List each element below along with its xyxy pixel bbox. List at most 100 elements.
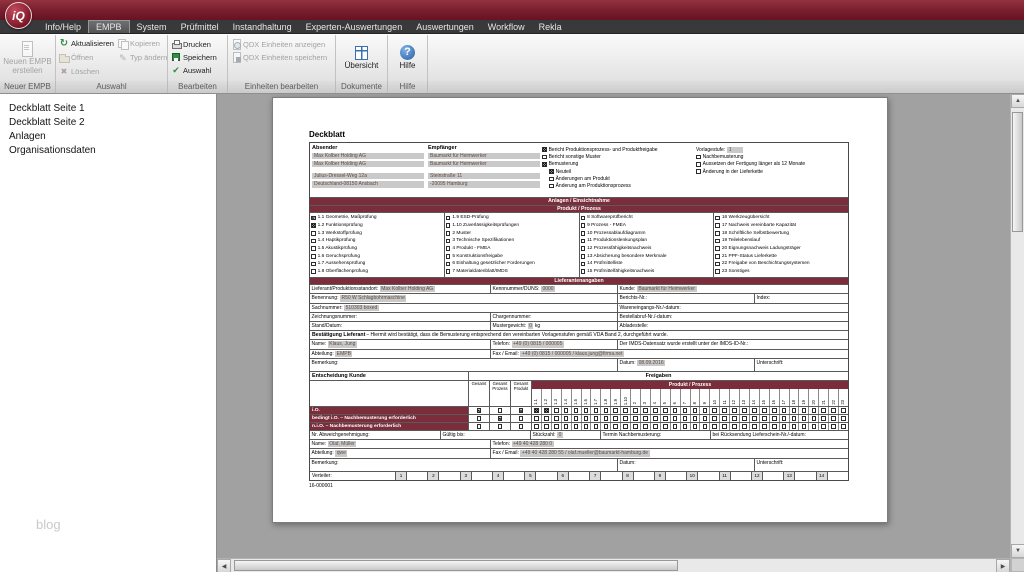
checkbox[interactable] [446, 223, 451, 228]
checkbox[interactable] [821, 424, 826, 429]
öffnen-button[interactable]: Öffnen [58, 51, 115, 64]
checkbox[interactable] [696, 162, 701, 167]
checkbox[interactable] [703, 416, 708, 421]
checkbox[interactable] [812, 408, 817, 413]
verteiler-cell[interactable] [665, 472, 686, 480]
checkbox[interactable] [703, 408, 708, 413]
checkbox[interactable] [802, 416, 807, 421]
checkbox[interactable] [623, 408, 628, 413]
verteiler-cell[interactable] [438, 472, 459, 480]
menu-item-prüfmittel[interactable]: Prüfmittel [174, 20, 226, 33]
checkbox[interactable] [623, 424, 628, 429]
checkbox[interactable] [663, 424, 668, 429]
vertical-scroll-thumb[interactable] [1012, 112, 1023, 232]
checkbox[interactable] [722, 416, 727, 421]
checkbox[interactable] [446, 246, 451, 251]
checkbox[interactable] [653, 424, 658, 429]
checkbox[interactable] [762, 408, 767, 413]
checkbox[interactable] [792, 416, 797, 421]
checkbox[interactable] [782, 416, 787, 421]
checkbox[interactable] [715, 239, 720, 244]
field-value[interactable]: Olaf, Müller [328, 441, 357, 447]
checkbox[interactable] [446, 269, 451, 274]
checkbox[interactable] [742, 408, 747, 413]
menu-item-workflow[interactable]: Workflow [481, 20, 532, 33]
checkbox[interactable] [534, 416, 539, 421]
aktualisieren-button[interactable]: Aktualisieren [58, 37, 115, 50]
menu-item-experten-auswertungen[interactable]: Experten-Auswertungen [299, 20, 410, 33]
checkbox[interactable] [812, 424, 817, 429]
checkbox[interactable] [841, 408, 846, 413]
checkbox[interactable] [554, 416, 559, 421]
checkbox[interactable] [604, 416, 609, 421]
verteiler-cell[interactable] [730, 472, 751, 480]
checkbox[interactable] [581, 246, 586, 251]
kopieren-button[interactable]: Kopieren [117, 37, 168, 50]
verteiler-cell[interactable] [633, 472, 654, 480]
vertical-scrollbar[interactable]: ▲ ▼ [1010, 94, 1024, 572]
checkbox[interactable] [542, 162, 547, 167]
qdx-einheiten-anzeigen-button[interactable]: QDX Einheiten anzeigen [230, 38, 333, 50]
checkbox[interactable] [696, 169, 701, 174]
checkbox[interactable] [446, 231, 451, 236]
checkbox[interactable] [802, 408, 807, 413]
checkbox[interactable] [715, 223, 720, 228]
menu-item-system[interactable]: System [130, 20, 174, 33]
empfaenger-field[interactable]: Steinstraße 11 [428, 173, 540, 180]
checkbox[interactable] [542, 155, 547, 160]
übersicht-button[interactable]: Übersicht [338, 37, 385, 79]
checkbox[interactable] [564, 416, 569, 421]
menu-item-empb[interactable]: EMPB [88, 20, 130, 33]
checkbox[interactable] [544, 408, 549, 413]
checkbox[interactable] [673, 408, 678, 413]
vertical-scroll-track[interactable] [1011, 108, 1024, 544]
checkbox[interactable] [633, 416, 638, 421]
menu-item-instandhaltung[interactable]: Instandhaltung [226, 20, 299, 33]
field-value[interactable]: +49 (0) 0815 / 000005 / klaus.jung@firma… [520, 351, 624, 357]
checkbox[interactable] [762, 416, 767, 421]
verteiler-cell[interactable] [697, 472, 718, 480]
checkbox[interactable] [732, 416, 737, 421]
checkbox[interactable] [542, 147, 547, 152]
qdx-einheiten-speichern-button[interactable]: QDX Einheiten speichern [230, 51, 333, 63]
checkbox[interactable] [311, 262, 316, 267]
hilfe-button[interactable]: Hilfe [390, 37, 425, 79]
checkbox[interactable] [772, 408, 777, 413]
field-value[interactable]: 0 [528, 323, 534, 329]
checkbox[interactable] [633, 408, 638, 413]
checkbox[interactable] [673, 424, 678, 429]
verteiler-cell[interactable] [535, 472, 556, 480]
checkbox[interactable] [643, 408, 648, 413]
checkbox[interactable] [663, 408, 668, 413]
checkbox[interactable] [715, 216, 720, 221]
checkbox[interactable] [581, 223, 586, 228]
checkbox[interactable] [693, 416, 698, 421]
checkbox[interactable] [544, 424, 549, 429]
checkbox[interactable] [544, 416, 549, 421]
checkbox[interactable] [693, 408, 698, 413]
sidebar-item-organisationsdaten[interactable]: Organisationsdaten [0, 143, 216, 157]
checkbox[interactable] [712, 408, 717, 413]
checkbox[interactable] [643, 424, 648, 429]
checkbox[interactable] [802, 424, 807, 429]
checkbox[interactable] [715, 254, 720, 259]
absender-field[interactable]: Julius-Dressel-Weg 12a [312, 173, 424, 180]
checkbox[interactable] [772, 424, 777, 429]
checkbox[interactable] [498, 424, 503, 429]
field-value[interactable]: EMPB [335, 351, 352, 357]
checkbox[interactable] [841, 424, 846, 429]
checkbox[interactable] [623, 416, 628, 421]
checkbox[interactable] [311, 239, 316, 244]
checkbox[interactable] [831, 408, 836, 413]
empfaenger-field[interactable]: Baumarkt für Heimwerker [428, 153, 540, 160]
empfaenger-field[interactable]: -20095 Hamburg [428, 181, 540, 188]
checkbox[interactable] [715, 262, 720, 267]
checkbox[interactable] [752, 416, 757, 421]
scroll-up-button[interactable]: ▲ [1011, 94, 1024, 108]
checkbox[interactable] [549, 184, 554, 189]
vorlagestufe-value[interactable]: 1 [727, 147, 743, 153]
field-value[interactable]: +49 40 428 280 0 [512, 441, 554, 447]
checkbox[interactable] [498, 416, 503, 421]
checkbox[interactable] [752, 408, 757, 413]
field-value[interactable]: Baumarkt für Heimwerker [637, 286, 697, 292]
